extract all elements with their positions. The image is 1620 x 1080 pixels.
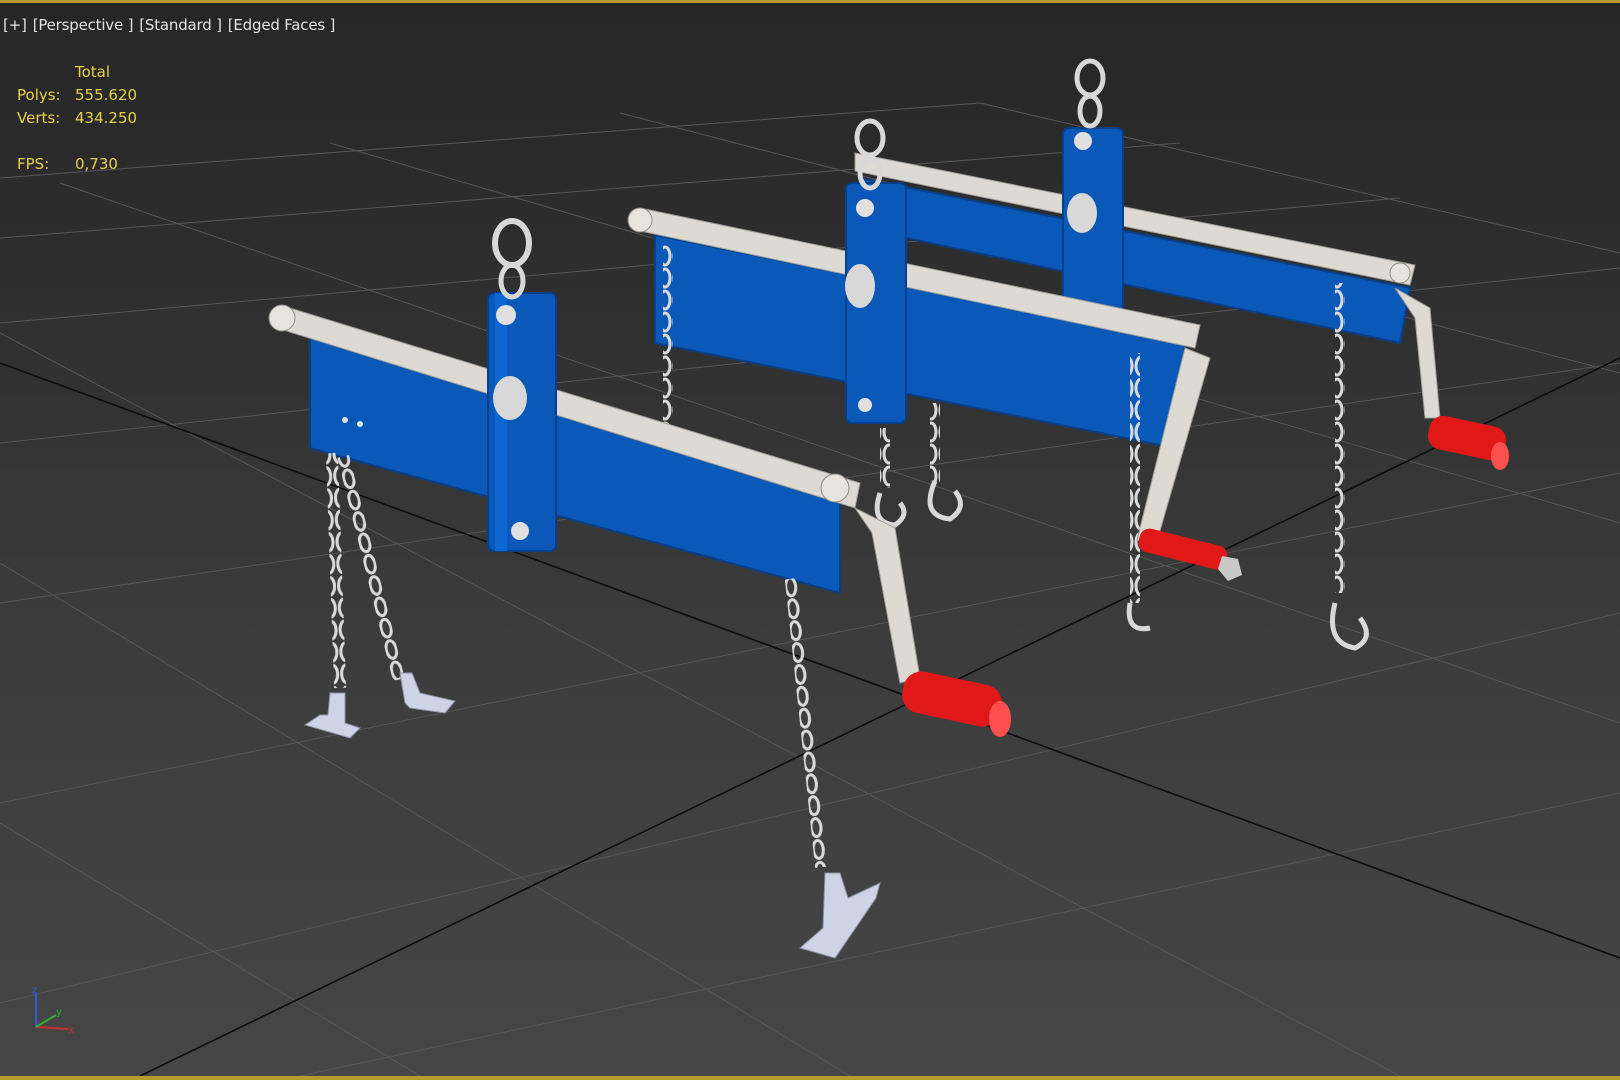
stats-verts-row: Verts: 434.250 <box>17 107 137 130</box>
viewport-label-menu[interactable]: [+] [Perspective ] [Standard ] [Edged Fa… <box>3 16 335 34</box>
axis-gizmo-icon: z y x <box>32 985 74 1035</box>
fps-value: 0,730 <box>75 155 118 173</box>
statistics-overlay: Total Polys: 555.620 Verts: 434.250 FPS:… <box>17 61 137 176</box>
gizmo-z-label: z <box>32 985 37 996</box>
fps-label: FPS: <box>17 155 50 173</box>
3d-viewport[interactable]: [+] [Perspective ] [Standard ] [Edged Fa… <box>0 0 1620 1080</box>
gizmo-x-label: x <box>68 1025 74 1035</box>
viewport-display-mode-menu[interactable]: [Edged Faces ] <box>228 16 336 34</box>
stats-header: Total <box>75 63 111 81</box>
viewport-shading-standard-menu[interactable]: [Standard ] <box>139 16 222 34</box>
gizmo-y-label: y <box>56 1007 62 1018</box>
polys-label: Polys: <box>17 86 61 104</box>
stats-fps-row: FPS: 0,730 <box>17 153 137 176</box>
viewport-plus-menu[interactable]: [+] <box>3 16 27 34</box>
verts-value: 434.250 <box>75 109 138 127</box>
stats-polys-row: Polys: 555.620 <box>17 84 137 107</box>
viewport-pov-menu[interactable]: [Perspective ] <box>33 16 134 34</box>
verts-label: Verts: <box>17 109 61 127</box>
scene-render[interactable] <box>0 3 1620 1076</box>
polys-value: 555.620 <box>75 86 138 104</box>
